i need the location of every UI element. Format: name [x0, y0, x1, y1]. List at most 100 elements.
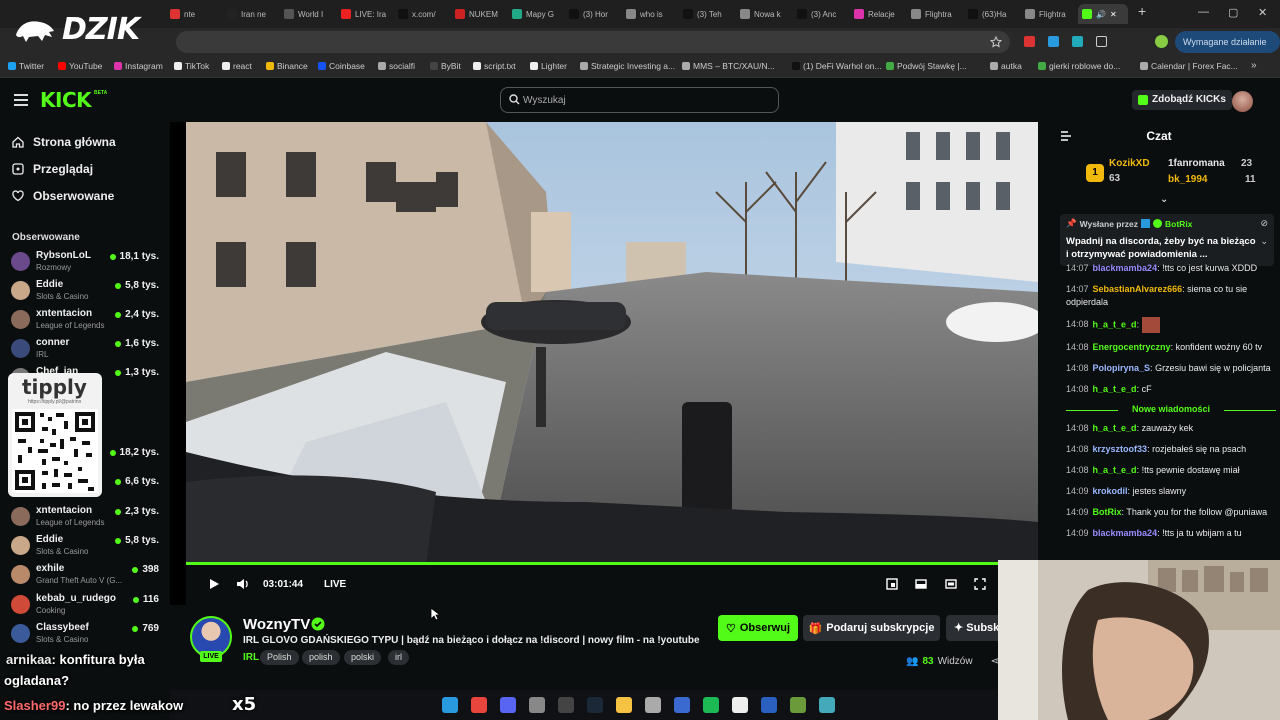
chat-username[interactable]: BotRix — [1093, 507, 1122, 517]
followed-channel[interactable]: RybsonLoL Rozmowy 18,1 tys. — [11, 250, 161, 276]
followed-channel[interactable]: Classybeef Slots & Casino 769 — [11, 622, 161, 648]
tag-irl[interactable]: irl — [388, 650, 409, 665]
browser-tab[interactable]: (63)Ha — [968, 4, 1022, 24]
bookmark-item[interactable]: Podwój Stawkę |... — [886, 61, 967, 71]
vpn-icon[interactable] — [674, 697, 690, 713]
minecraft-icon[interactable] — [790, 697, 806, 713]
clip-icon[interactable] — [886, 578, 898, 590]
bookmark-item[interactable]: autka — [990, 61, 1022, 71]
browser-tab[interactable]: NUKEM — [455, 4, 509, 24]
menu-hamburger-icon[interactable] — [14, 94, 28, 106]
browser-tab[interactable]: (3) Teh — [683, 4, 737, 24]
spotify-icon[interactable] — [703, 697, 719, 713]
chat-username[interactable]: blackmamba24 — [1093, 528, 1158, 538]
browser-tab[interactable]: x.com/ — [398, 4, 452, 24]
pip-icon[interactable] — [915, 578, 927, 590]
tag-polish-1[interactable]: Polish — [260, 650, 299, 665]
subscribe-button[interactable]: ✦ Subsk — [946, 615, 1006, 641]
minimize-button[interactable]: — — [1198, 6, 1209, 18]
leader-2-name[interactable]: 1fanromana — [1168, 158, 1225, 169]
windows-start-icon[interactable] — [442, 697, 458, 713]
notepad-icon[interactable] — [819, 697, 835, 713]
browser-tab[interactable]: Flightra — [911, 4, 965, 24]
chat-username[interactable]: blackmamba24 — [1093, 263, 1158, 273]
tag-polski[interactable]: polski — [344, 650, 382, 665]
user-avatar[interactable] — [1232, 91, 1253, 112]
bookmark-item[interactable]: Twitter — [8, 61, 44, 71]
maximize-button[interactable]: ▢ — [1228, 6, 1238, 19]
bookmark-item[interactable]: (1) DeFi Warhol on... — [792, 61, 882, 71]
close-window-button[interactable]: ✕ — [1258, 6, 1267, 19]
followed-channel[interactable]: kebab_u_rudego Cooking 116 — [11, 593, 161, 619]
fullscreen-icon[interactable] — [974, 578, 986, 590]
bookmark-item[interactable]: ByBit — [430, 61, 461, 71]
bookmark-item[interactable]: react — [222, 61, 252, 71]
followed-channel[interactable]: xntentacion League of Legends 2,4 tys. — [11, 308, 161, 334]
browser-tab[interactable]: (3) Hor — [569, 4, 623, 24]
get-kicks-button[interactable]: Zdobądź KICKs — [1132, 90, 1232, 110]
app-icon[interactable] — [732, 697, 748, 713]
extension-icon-teal[interactable] — [1072, 36, 1083, 47]
chat-username[interactable]: h_a_t_e_d — [1093, 384, 1137, 394]
chat-username[interactable]: SebastianAlvarez666 — [1093, 284, 1183, 294]
chat-username[interactable]: Energocentryczny — [1093, 342, 1171, 352]
followed-channel[interactable]: exhile Grand Theft Auto V (G... 398 — [11, 563, 161, 589]
bookmarks-overflow-icon[interactable]: » — [1251, 60, 1257, 71]
steam-icon[interactable] — [587, 697, 603, 713]
browser-tab[interactable]: nte — [170, 4, 224, 24]
bookmark-item[interactable]: Lighter — [530, 61, 567, 71]
streamer-name[interactable]: WoznyTV — [243, 616, 310, 633]
bookmark-item[interactable]: YouTube — [58, 61, 102, 71]
tag-polish-2[interactable]: polish — [302, 650, 340, 665]
leader-3-name[interactable]: bk_1994 — [1168, 174, 1207, 185]
new-tab-button[interactable]: + — [1138, 3, 1146, 19]
chat-username[interactable]: krzysztoof33 — [1093, 444, 1148, 454]
bookmark-item[interactable]: MMS – BTC/XAU/N... — [682, 61, 775, 71]
volume-icon[interactable] — [236, 578, 250, 590]
search-input[interactable]: Wyszukaj — [500, 87, 779, 113]
bookmark-item[interactable]: Binance — [266, 61, 308, 71]
action-required-button[interactable]: Wymagane działanie ⋮ — [1175, 31, 1280, 69]
video-player[interactable] — [186, 122, 1038, 564]
app-icon[interactable] — [529, 697, 545, 713]
bookmark-item[interactable]: TikTok — [174, 61, 209, 71]
browser-tab[interactable]: Relacje — [854, 4, 908, 24]
obs-icon[interactable] — [558, 697, 574, 713]
expand-leaderboard-icon[interactable]: ⌄ — [1160, 194, 1168, 205]
unpin-icon[interactable]: ⊘ — [1260, 218, 1268, 229]
bookmark-item[interactable]: gierki roblowe do... — [1038, 61, 1120, 71]
nav-home[interactable]: Strona główna — [12, 135, 116, 149]
leader-1-name[interactable]: KozikXD — [1109, 158, 1150, 169]
theater-mode-icon[interactable] — [945, 578, 957, 590]
followed-channel[interactable]: Eddie Slots & Casino 5,8 tys. — [11, 534, 161, 560]
pinned-sender[interactable]: BotRix — [1165, 219, 1192, 229]
chat-username[interactable]: krokodil — [1093, 486, 1128, 496]
followed-channel[interactable]: conner IRL 1,6 tys. — [11, 337, 161, 363]
browser-tab[interactable]: Mapy G — [512, 4, 566, 24]
chat-username[interactable]: h_a_t_e_d — [1093, 423, 1137, 433]
x-app-icon[interactable] — [761, 697, 777, 713]
play-icon[interactable] — [208, 578, 220, 590]
star-icon[interactable] — [990, 36, 1002, 48]
browser-tab[interactable]: (3) Anc — [797, 4, 851, 24]
chrome-icon[interactable] — [471, 697, 487, 713]
gift-subs-button[interactable]: 🎁 Podaruj subskrypcje — [803, 615, 940, 641]
discord-icon[interactable] — [500, 697, 516, 713]
bookmark-item[interactable]: Instagram — [114, 61, 163, 71]
tab-close-icon[interactable]: ✕ — [1110, 10, 1117, 19]
followed-channel[interactable]: xntentacion League of Legends 2,3 tys. — [11, 505, 161, 531]
nav-browse[interactable]: Przeglądaj — [12, 162, 93, 176]
follow-button[interactable]: ♡ Obserwuj — [718, 615, 798, 641]
extensions-puzzle-icon[interactable] — [1096, 36, 1107, 47]
tab-kick-active[interactable]: 🔊 ✕ — [1078, 4, 1128, 24]
extension-icon-red[interactable] — [1024, 36, 1035, 47]
browser-tab[interactable]: who is — [626, 4, 680, 24]
browser-tab[interactable]: LIVE: Ira — [341, 4, 395, 24]
pinned-expand-icon[interactable]: ⌄ — [1260, 236, 1268, 247]
kick-logo[interactable]: KICK — [40, 88, 92, 112]
extension-icon-blue[interactable] — [1048, 36, 1059, 47]
followed-channel[interactable]: Eddie Slots & Casino 5,8 tys. — [11, 279, 161, 305]
ccleaner-icon[interactable] — [645, 697, 661, 713]
browser-tab[interactable]: Flightra — [1025, 4, 1079, 24]
nav-following[interactable]: Obserwowane — [12, 189, 114, 203]
